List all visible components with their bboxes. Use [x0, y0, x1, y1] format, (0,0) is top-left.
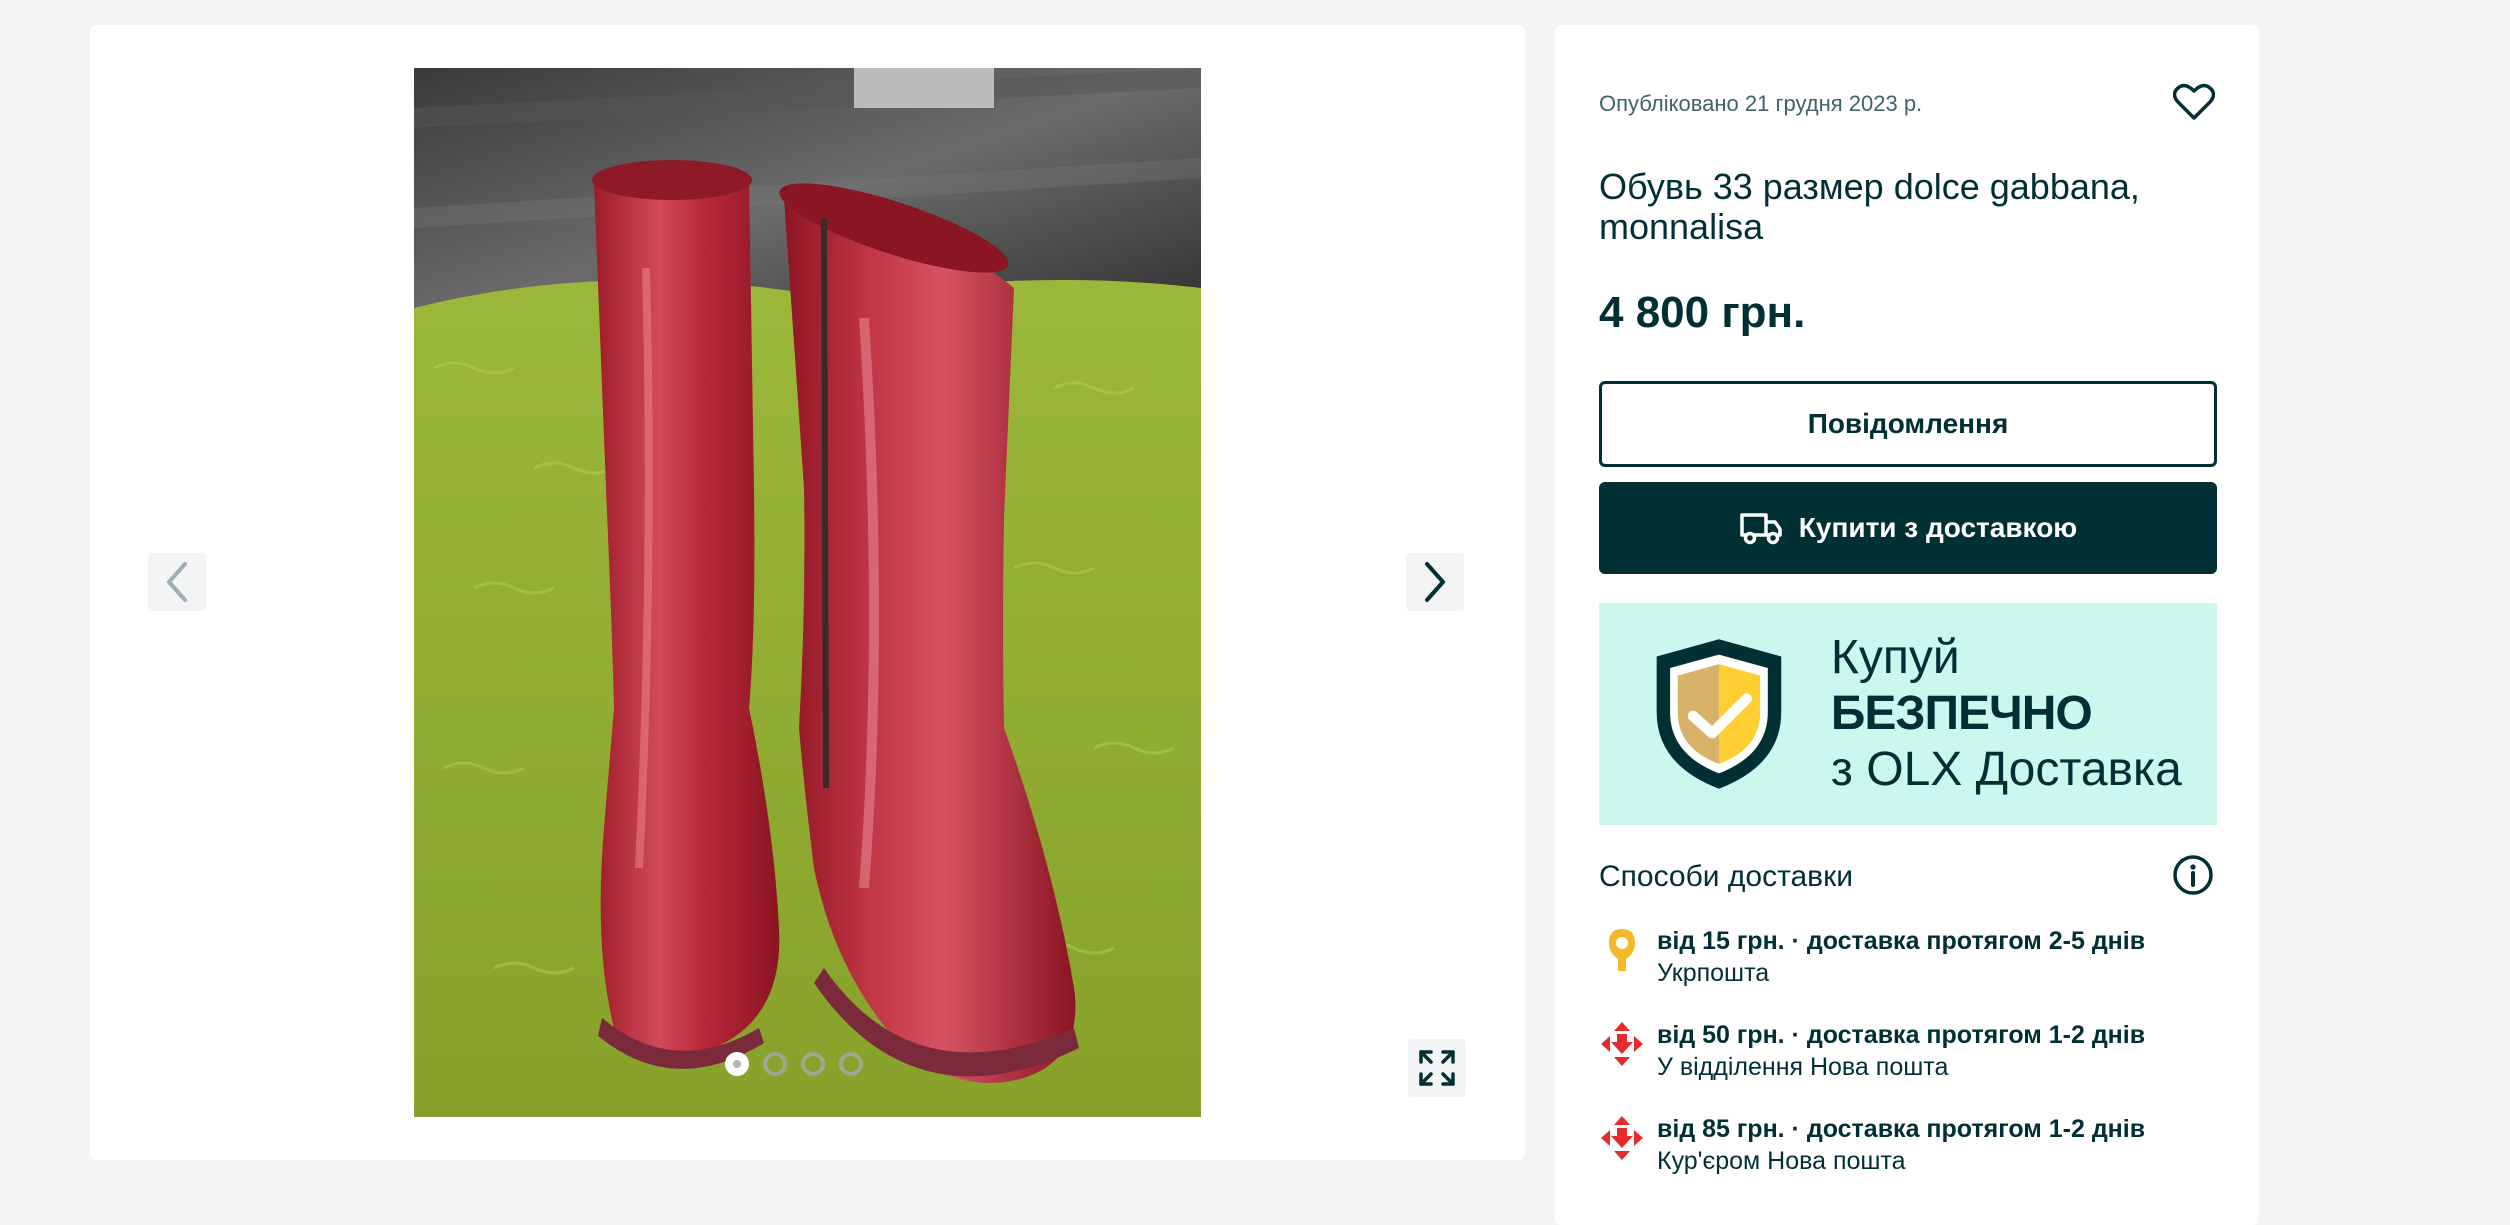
next-photo-button[interactable] [1406, 553, 1464, 611]
banner-line1-prefix: Купуй [1830, 631, 1960, 684]
photo-pagination-dots [725, 1052, 863, 1076]
pagination-dot-3[interactable] [801, 1052, 825, 1076]
delivery-option-price: від 85 грн. · доставка протягом 1-2 днів [1657, 1115, 2146, 1143]
pagination-dot-1[interactable] [725, 1052, 749, 1076]
fullscreen-button[interactable] [1408, 1039, 1466, 1097]
safe-purchase-banner[interactable]: Купуй БЕЗПЕЧНО з OLX Доставка [1599, 603, 2217, 825]
pagination-dot-2[interactable] [763, 1052, 787, 1076]
buy-with-delivery-button[interactable]: Купити з доставкою [1599, 482, 2217, 574]
delivery-truck-icon [1740, 513, 1782, 545]
delivery-option-price: від 15 грн. · доставка протягом 2-5 днів [1657, 927, 2146, 955]
listing-title: Обувь 33 размер dolce gabbana, monnalisa [1599, 166, 2140, 247]
heart-icon [2173, 83, 2215, 120]
chevron-left-icon [167, 562, 187, 602]
delivery-info-button[interactable] [2172, 854, 2214, 896]
message-button[interactable]: Повідомлення [1599, 381, 2217, 467]
banner-line1-bold: БЕЗПЕЧНО [1830, 687, 2093, 740]
delivery-option-ukrposhta: від 15 грн. · доставка протягом 2-5 днів… [1599, 925, 2199, 989]
delivery-option-carrier: Укрпошта [1657, 959, 1770, 987]
listing-photo[interactable] [414, 68, 1201, 1117]
expand-icon [1419, 1050, 1455, 1086]
message-button-label: Повідомлення [1807, 408, 2009, 439]
listing-price: 4 800 грн. [1599, 288, 1806, 337]
delivery-option-carrier: Кур'єром Нова пошта [1657, 1147, 1906, 1175]
info-icon [2173, 855, 2213, 895]
shield-check-icon [1656, 639, 1782, 789]
banner-line2: з OLX Доставка [1830, 743, 2182, 796]
delivery-option-nova-poshta-branch: від 50 грн. · доставка протягом 1-2 днів… [1599, 1019, 2199, 1083]
nova-poshta-icon [1599, 1113, 1645, 1163]
previous-photo-button[interactable] [148, 553, 206, 611]
published-date: Опубліковано 21 грудня 2023 р. [1599, 91, 1923, 116]
ukrposhta-pin-icon [1599, 925, 1645, 975]
chevron-right-icon [1425, 562, 1445, 602]
favorite-button[interactable] [2171, 79, 2217, 125]
banner-text: Купуй БЕЗПЕЧНО з OLX Доставка [1831, 630, 2217, 798]
delivery-option-carrier: У відділення Нова пошта [1657, 1053, 1949, 1081]
pagination-dot-4[interactable] [839, 1052, 863, 1076]
delivery-option-price: від 50 грн. · доставка протягом 1-2 днів [1657, 1021, 2146, 1049]
delivery-methods-title: Способи доставки [1599, 860, 1853, 893]
gallery-card [90, 25, 1525, 1160]
listing-info-card: Опубліковано 21 грудня 2023 р. Обувь 33 … [1555, 25, 2259, 1225]
boots-photo-illustration [414, 68, 1201, 1117]
delivery-option-nova-poshta-courier: від 85 грн. · доставка протягом 1-2 днів… [1599, 1113, 2199, 1177]
nova-poshta-icon [1599, 1019, 1645, 1069]
buy-button-label: Купити з доставкою [1798, 512, 2078, 543]
